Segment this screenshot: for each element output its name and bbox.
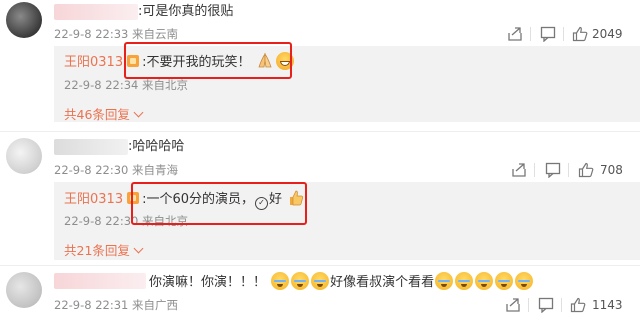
like-icon[interactable]	[570, 297, 586, 313]
like-count: 708	[600, 163, 623, 177]
comment-icon[interactable]	[538, 297, 554, 313]
reply-username[interactable]: 王阳0313	[64, 55, 123, 70]
comment-location: 来自云南	[132, 27, 179, 41]
username-blurred[interactable]	[54, 273, 146, 289]
comment-icon[interactable]	[545, 162, 561, 178]
more-replies-label: 共21条回复	[64, 243, 130, 258]
comment-timestamp: 22-9-8 22:31	[54, 298, 129, 312]
share-icon[interactable]	[507, 26, 523, 42]
crying-emoji	[495, 272, 514, 290]
divider	[0, 131, 640, 132]
chevron-down-icon	[133, 107, 144, 118]
comment-date: 22-9-8 22:30 来自青海	[54, 163, 178, 177]
comment-text-after: 好像看叔演个看看	[330, 275, 435, 290]
username-blurred[interactable]	[54, 4, 138, 20]
comment-date: 22-9-8 22:33 来自云南	[54, 27, 178, 41]
username-blurred[interactable]	[54, 139, 128, 155]
comment-timestamp: 22-9-8 22:30	[54, 163, 129, 177]
divider	[0, 265, 640, 266]
crying-emoji	[455, 272, 474, 290]
crying-emoji	[311, 272, 330, 290]
highlight-box	[124, 42, 292, 79]
share-icon[interactable]	[511, 162, 527, 178]
like-count: 2049	[592, 27, 623, 41]
like-icon[interactable]	[572, 26, 588, 42]
reply-date: 22-9-8 22:34 来自北京	[64, 78, 188, 92]
comment-timestamp: 22-9-8 22:33	[54, 27, 129, 41]
crying-emoji	[515, 272, 534, 290]
reply-timestamp: 22-9-8 22:30	[64, 214, 139, 228]
comment-line: 你演嘛！你演！！！ 好像看叔演个看看	[149, 272, 534, 291]
comment-text: 你演嘛！你演！！！	[149, 275, 267, 290]
avatar[interactable]	[6, 272, 42, 308]
comment-location: 来自青海	[132, 163, 179, 177]
comment-icon[interactable]	[540, 26, 556, 42]
share-icon[interactable]	[505, 297, 521, 313]
chevron-down-icon	[133, 243, 144, 254]
more-replies-link[interactable]: 共21条回复	[64, 240, 144, 259]
reply-timestamp: 22-9-8 22:34	[64, 78, 139, 92]
reply-location: 来自北京	[142, 78, 189, 92]
more-replies-label: 共46条回复	[64, 107, 130, 122]
comment-text: :可是你真的很贴	[138, 4, 234, 19]
crying-emoji	[291, 272, 310, 290]
crying-emoji	[271, 272, 290, 290]
crying-emoji	[435, 272, 454, 290]
comment-text: :哈哈哈哈	[128, 139, 185, 154]
highlight-box	[131, 182, 307, 225]
comment-location: 来自广西	[132, 298, 179, 312]
like-count: 1143	[592, 298, 623, 312]
avatar[interactable]	[6, 2, 42, 38]
like-icon[interactable]	[578, 162, 594, 178]
avatar[interactable]	[6, 138, 42, 174]
crying-emoji	[475, 272, 494, 290]
reply-username[interactable]: 王阳0313	[64, 192, 123, 207]
more-replies-link[interactable]: 共46条回复	[64, 104, 144, 123]
comment-date: 22-9-8 22:31 来自广西	[54, 298, 178, 312]
